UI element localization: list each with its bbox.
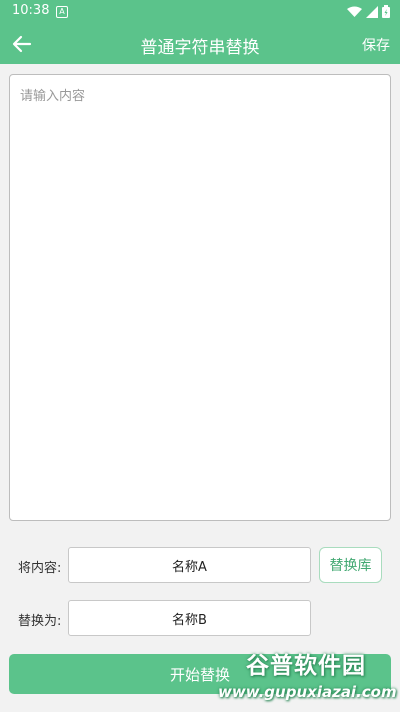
watermark-brand: 谷普软件园 (246, 653, 366, 679)
status-icons (347, 5, 390, 18)
app-bar: 普通字符串替换 保存 (0, 24, 400, 64)
replace-library-button[interactable]: 替换库 (319, 547, 382, 583)
content-textarea[interactable]: 请输入内容 (9, 74, 391, 521)
source-input[interactable]: 名称A (68, 547, 311, 583)
target-input-value: 名称B (172, 612, 207, 628)
target-input[interactable]: 名称B (68, 600, 311, 636)
save-button[interactable]: 保存 (362, 35, 390, 55)
battery-icon (382, 5, 390, 18)
watermark-url: www.gupuxiazai.com (218, 683, 397, 701)
status-time: 10:38 (12, 3, 50, 18)
notification-icon: A (56, 6, 68, 18)
watermark: 谷普软件园 www.gupuxiazai.com (218, 651, 397, 709)
target-label: 替换为: (18, 614, 62, 629)
signal-icon (366, 5, 378, 18)
wifi-icon (347, 6, 362, 17)
content-placeholder: 请输入内容 (20, 89, 86, 104)
source-label: 将内容: (18, 561, 62, 576)
status-bar: 10:38 A (0, 0, 400, 24)
page-title: 普通字符串替换 (140, 38, 260, 58)
source-input-value: 名称A (172, 559, 207, 575)
